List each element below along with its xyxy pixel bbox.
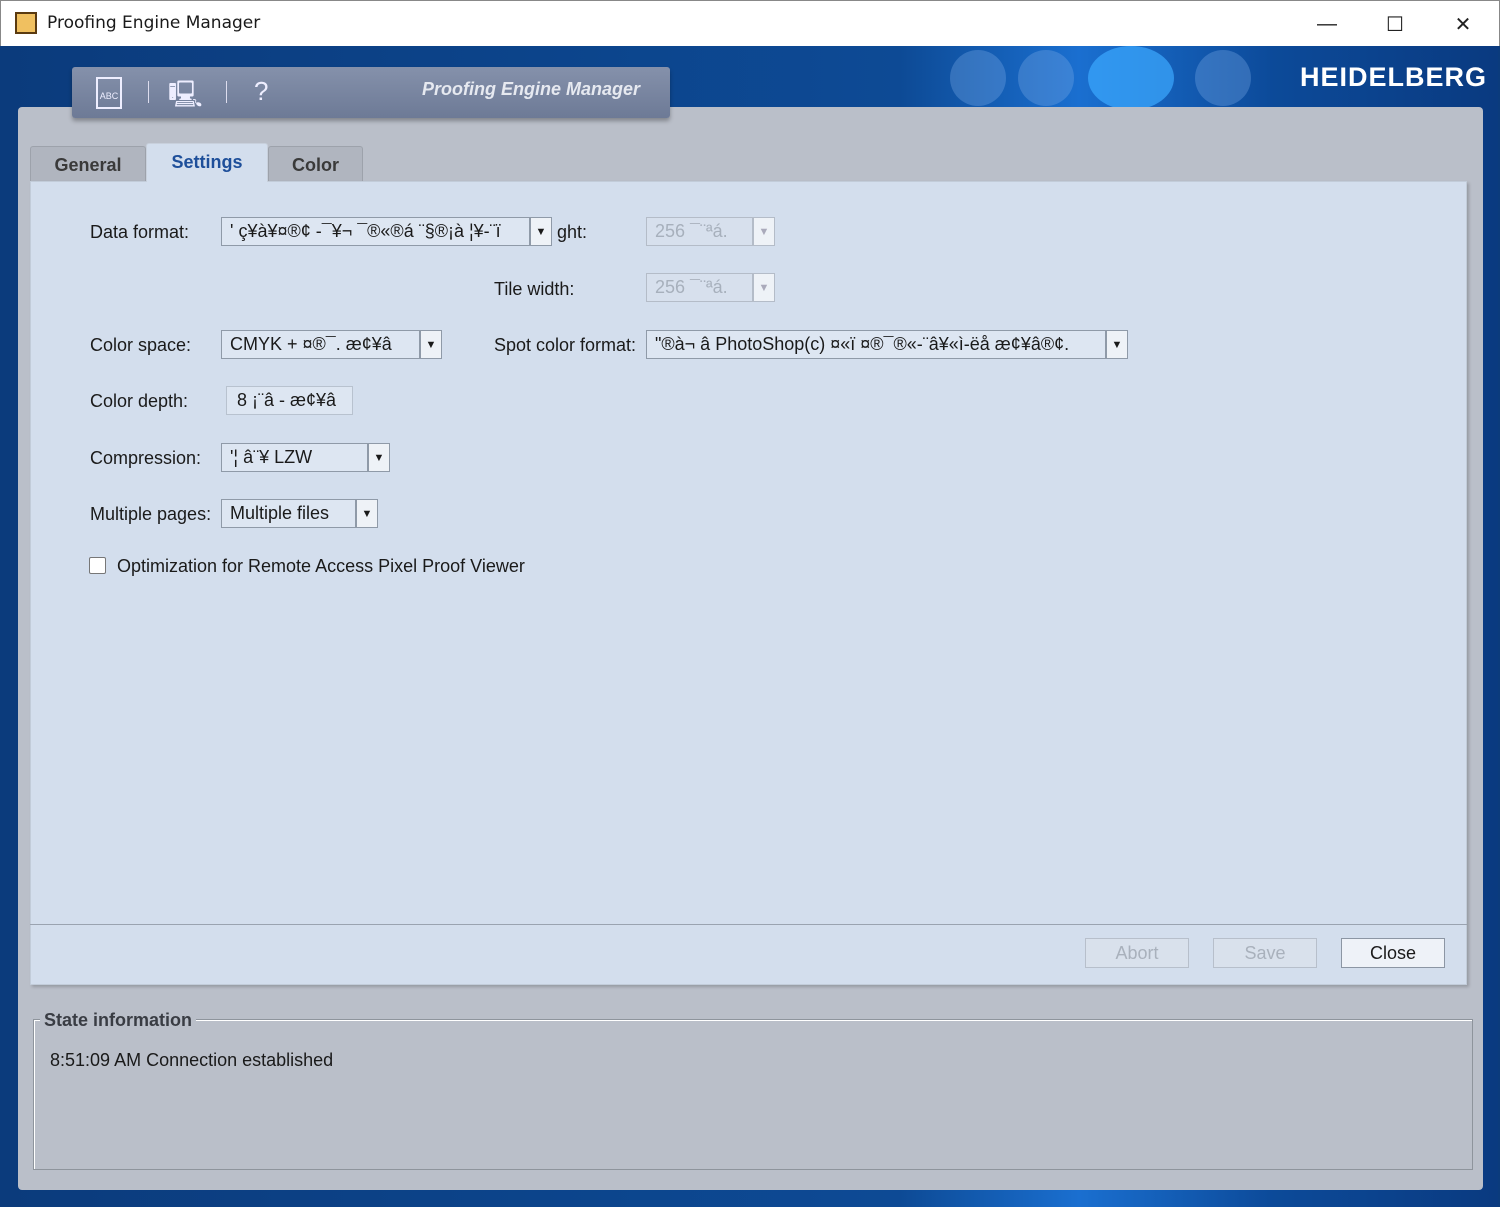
chevron-down-icon[interactable]: ▼ [1106,330,1128,359]
compression-select[interactable]: '¦ â¨¥ LZW [221,443,368,472]
heidelberg-logo: HEIDELBERG [1300,62,1488,92]
state-information-title: State information [40,1010,197,1031]
color-space-select[interactable]: CMYK + ¤®¯. æ¢¥â [221,330,420,359]
tab-color[interactable]: Color [268,146,363,182]
abort-button[interactable]: Abort [1085,938,1189,968]
toolbar-separator [226,81,227,103]
app-icon [15,12,37,34]
decorative-orb [1088,46,1174,110]
decorative-orb [950,50,1006,106]
color-space-label: Color space: [90,335,192,355]
document-abc-icon[interactable]: ABC [96,77,122,109]
help-icon[interactable]: ? [254,76,268,107]
chevron-down-icon[interactable]: ▼ [356,499,378,528]
chevron-down-icon[interactable]: ▼ [420,330,442,359]
state-information-group [33,1019,1473,1170]
save-button[interactable]: Save [1213,938,1317,968]
multiple-pages-select[interactable]: Multiple files [221,499,356,528]
close-button[interactable]: Close [1341,938,1445,968]
chevron-down-icon[interactable]: ▼ [753,273,775,302]
maximize-button[interactable]: ☐ [1361,1,1429,47]
spot-color-format-label: Spot color format: [494,335,637,355]
window-title: Proofing Engine Manager [47,13,261,33]
spot-color-format-select[interactable]: "®à¬ â PhotoShop(c) ¤«ï ¤®¯®«-¨â¥«ì-ëå æ… [646,330,1106,359]
minimize-button[interactable]: — [1293,1,1361,47]
optimization-label[interactable]: Optimization for Remote Access Pixel Pro… [117,556,525,577]
multiple-pages-label: Multiple pages: [90,504,212,524]
tab-general[interactable]: General [30,146,146,182]
state-message: 8:51:09 AM Connection established [50,1050,334,1070]
data-format-label: Data format: [90,222,190,242]
decorative-orb [1018,50,1074,106]
tab-settings[interactable]: Settings [146,143,268,182]
compression-label: Compression: [90,448,202,468]
computer-settings-icon[interactable]: 🖳 [168,76,203,120]
color-depth-field: 8 ¡¨â - æ¢¥â [226,386,353,415]
chevron-down-icon[interactable]: ▼ [368,443,390,472]
divider [30,924,1467,925]
tile-width-select[interactable]: 256 ¯¨ªá. [646,273,753,302]
data-format-select[interactable]: ' ç¥à¥¤®¢ -¯¥¬ ¯®«®á ¨§®¡à ¦¥-¨ï [221,217,530,246]
title-bar: Proofing Engine Manager — ☐ ✕ [0,0,1500,46]
toolbar-title: Proofing Engine Manager [421,79,640,99]
tile-width-label: Tile width: [494,279,575,299]
close-window-button[interactable]: ✕ [1429,1,1497,47]
tile-height-label: ght: [557,222,588,242]
toolbar-separator [148,81,149,103]
decorative-orb [1195,50,1251,106]
chevron-down-icon[interactable]: ▼ [530,217,552,246]
toolbar: ABC 🖳 ? Proofing Engine Manager [72,67,670,118]
chevron-down-icon[interactable]: ▼ [753,217,775,246]
optimization-checkbox[interactable] [89,557,106,574]
tile-height-select[interactable]: 256 ¯¨ªá. [646,217,753,246]
color-depth-label: Color depth: [90,391,189,411]
